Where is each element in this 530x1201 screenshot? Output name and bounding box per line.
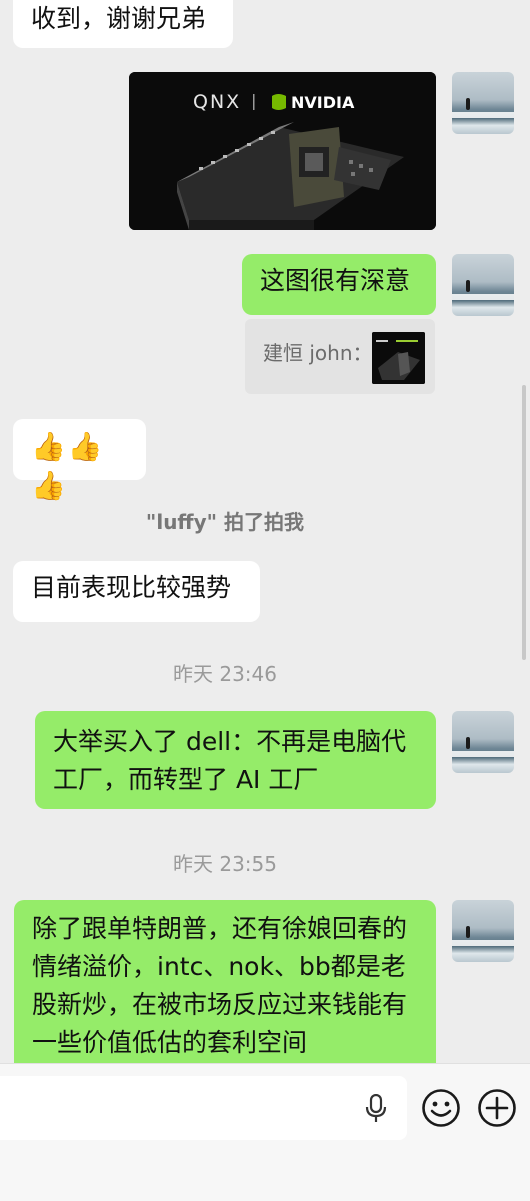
- input-bar: [0, 1063, 530, 1201]
- user-avatar[interactable]: [452, 72, 514, 134]
- scrollbar[interactable]: [522, 385, 526, 660]
- quoted-message[interactable]: 建恒 john：: [245, 319, 435, 394]
- qnx-logo-text: QNX: [193, 91, 241, 113]
- quote-text: 建恒 john：: [263, 341, 373, 365]
- user-avatar[interactable]: [452, 711, 514, 773]
- thumbs-up-emoji: 👍👍👍: [31, 430, 105, 502]
- message-text: 目前表现比较强势: [31, 573, 232, 602]
- nvidia-eye-icon: [272, 94, 286, 110]
- user-avatar[interactable]: [452, 900, 514, 962]
- quote-image-thumbnail: [372, 332, 425, 384]
- message-text: 除了跟单特朗普，还有徐娘回春的情绪溢价，intc、nok、bb都是老股新炒，在被…: [32, 914, 408, 1057]
- message-received-3[interactable]: 👍👍👍: [13, 419, 146, 502]
- message-text: 这图很有深意: [260, 266, 411, 295]
- microphone-icon[interactable]: [365, 1094, 387, 1124]
- user-avatar[interactable]: [452, 254, 514, 316]
- message-text: 收到，谢谢兄弟: [31, 4, 207, 33]
- message-text: 大举买入了 dell：不再是电脑代工厂，而转型了 AI 工厂: [53, 727, 407, 794]
- emoji-icon[interactable]: [421, 1088, 461, 1128]
- system-pat-notice: "luffy" 拍了拍我: [145, 510, 305, 534]
- message-sent-6[interactable]: 除了跟单特朗普，还有徐娘回春的情绪溢价，intc、nok、bb都是老股新炒，在被…: [14, 900, 436, 1080]
- qnx-nvidia-board-image: QNX NVIDIA: [129, 72, 436, 230]
- message-input[interactable]: [0, 1076, 407, 1140]
- message-received-1[interactable]: 收到，谢谢兄弟: [13, 0, 233, 48]
- plus-icon[interactable]: [477, 1088, 517, 1128]
- message-received-4[interactable]: 目前表现比较强势: [13, 561, 260, 622]
- nvidia-logo-text: NVIDIA: [291, 93, 355, 112]
- timestamp: 昨天 23:46: [173, 662, 277, 686]
- message-sent-5[interactable]: 大举买入了 dell：不再是电脑代工厂，而转型了 AI 工厂: [35, 711, 436, 809]
- message-sent-2[interactable]: 这图很有深意: [242, 254, 436, 315]
- image-message[interactable]: QNX NVIDIA: [129, 72, 436, 230]
- timestamp: 昨天 23:55: [173, 852, 277, 876]
